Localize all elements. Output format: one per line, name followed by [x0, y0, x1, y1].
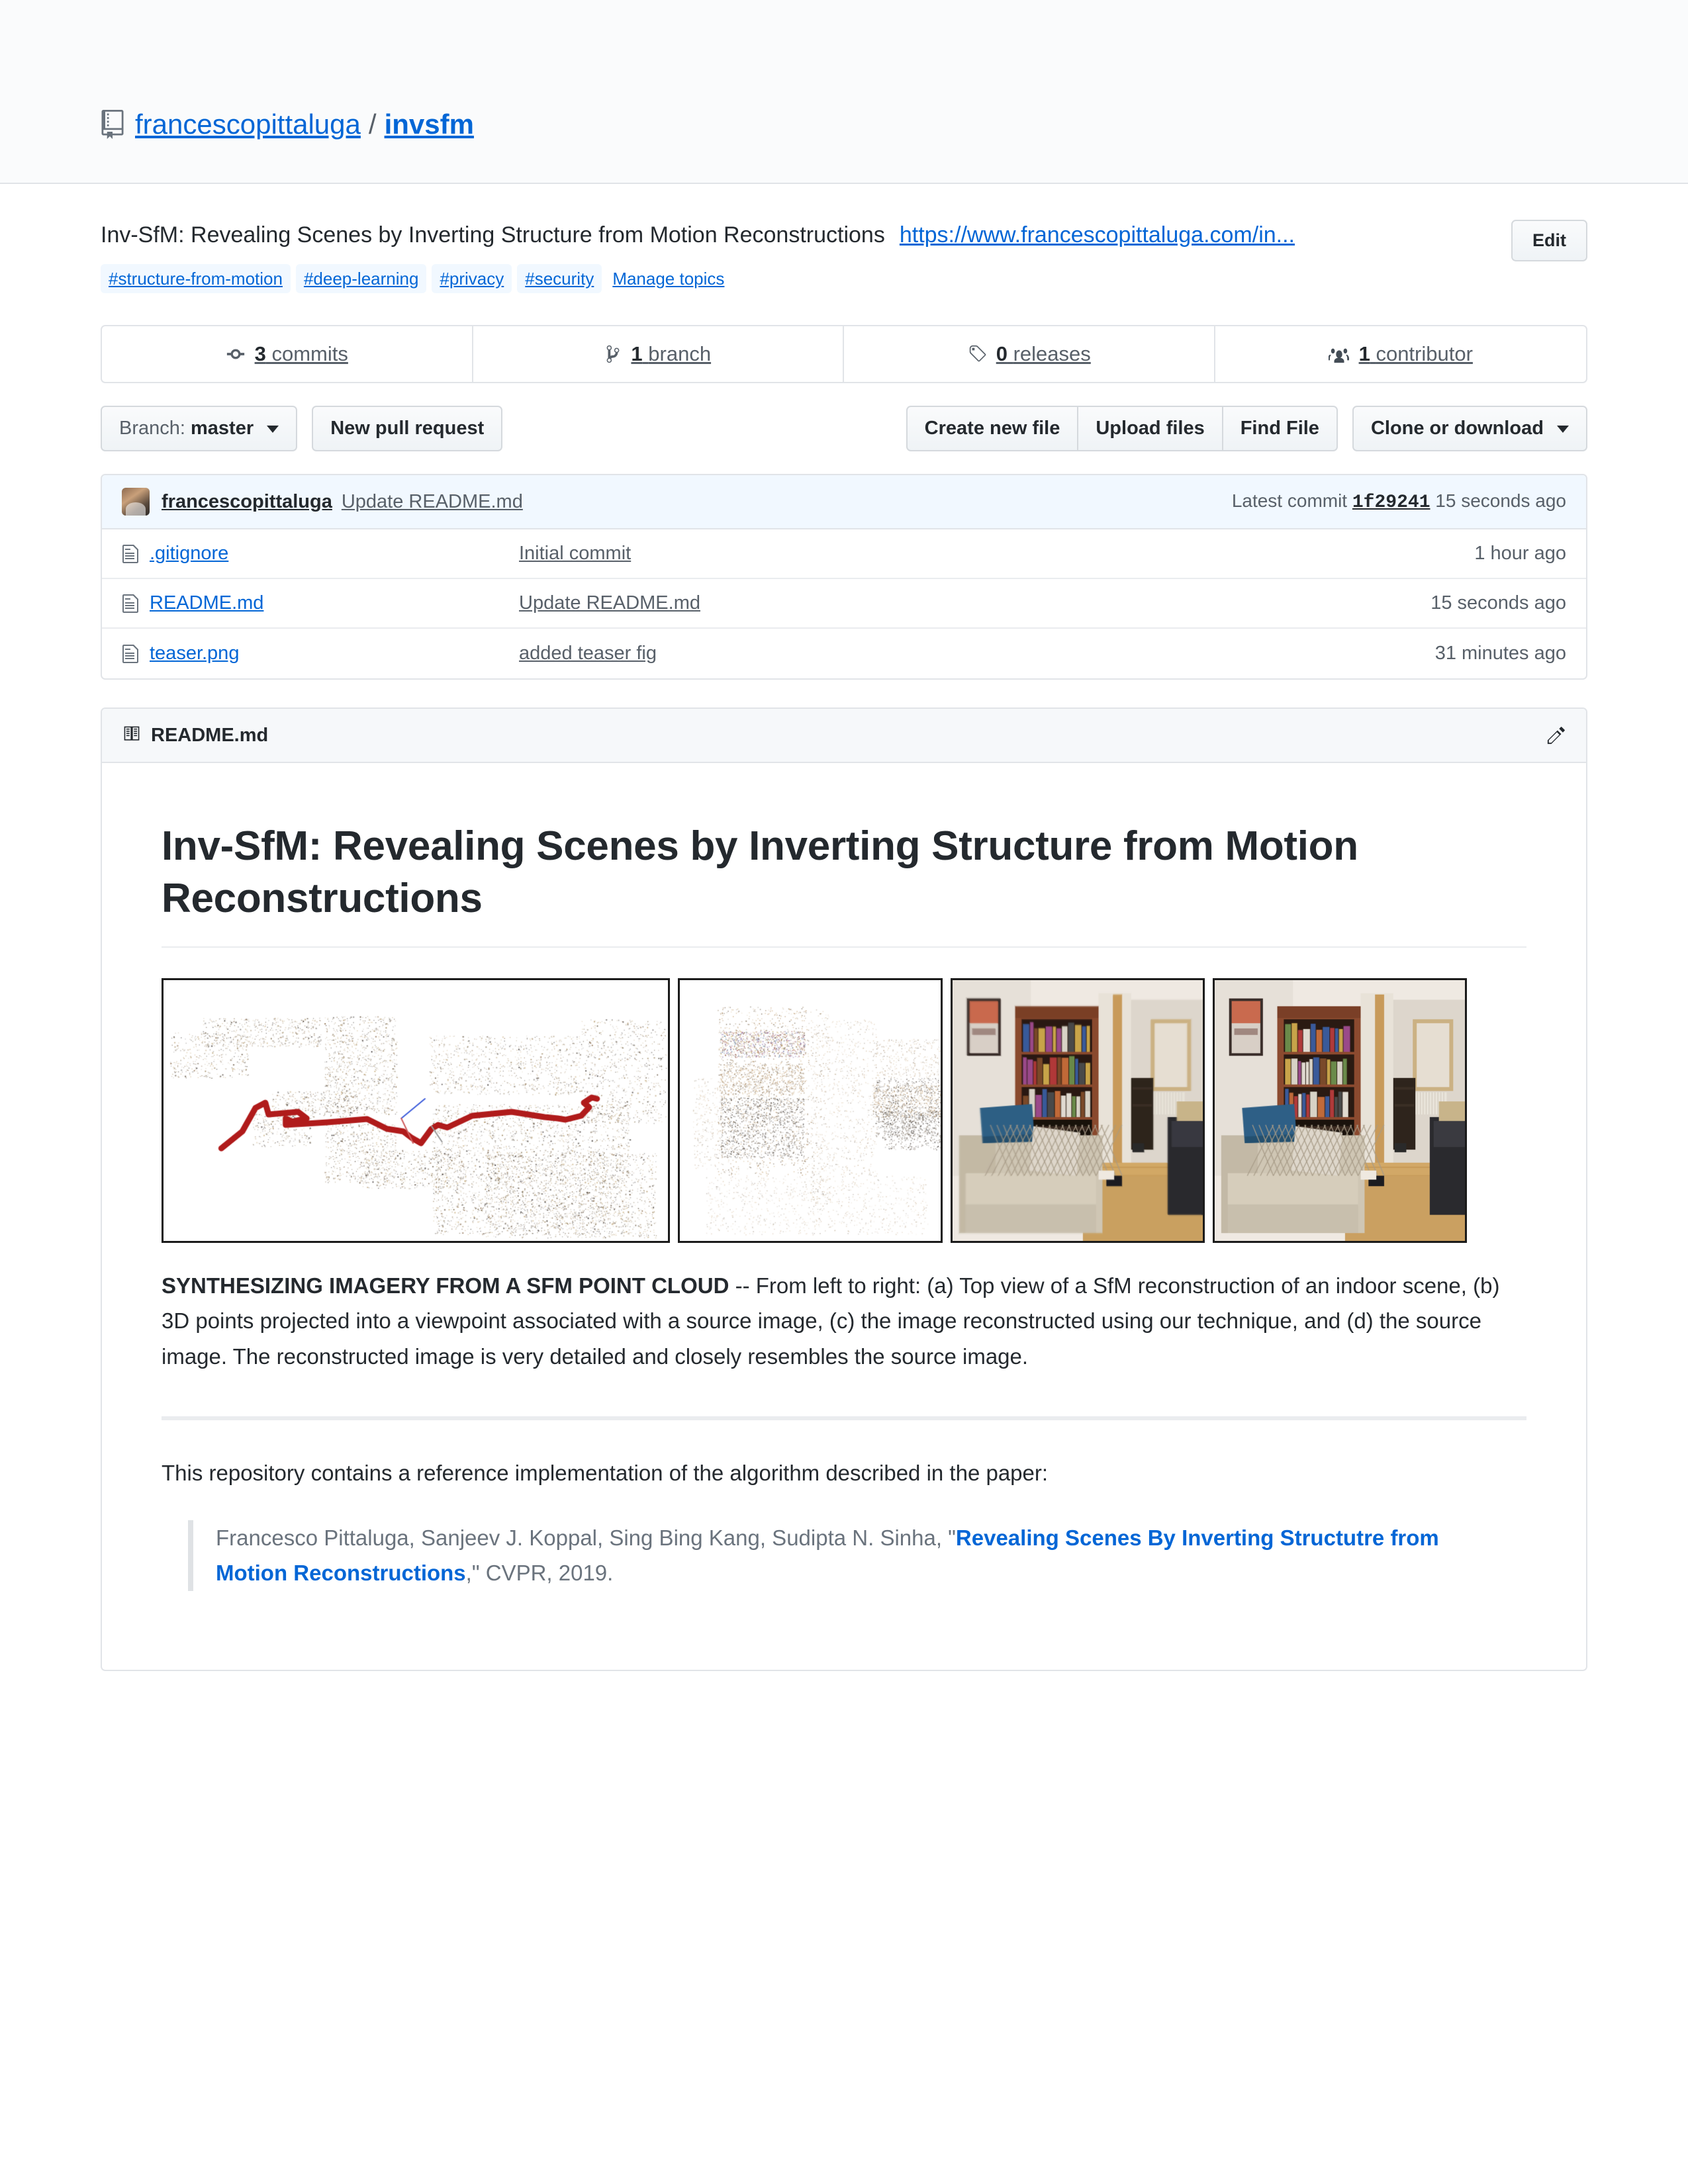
heading-divider	[162, 946, 1526, 948]
readme-filename: README.md	[151, 724, 269, 746]
commit-message-link[interactable]: Update README.md	[342, 491, 523, 513]
readme-header: README.md	[102, 709, 1586, 763]
citation-suffix: ," CVPR, 2019.	[465, 1561, 614, 1586]
stat-commits-label: commits	[271, 342, 348, 365]
teaser-caption-bold: SYNTHESIZING IMAGERY FROM A SFM POINT CL…	[162, 1273, 729, 1298]
repo-content: Inv-SfM: Revealing Scenes by Inverting S…	[101, 184, 1587, 1671]
tag-icon	[967, 344, 987, 364]
file-actions-group: Create new file Upload files Find File	[906, 406, 1338, 451]
branch-prefix-label: Branch:	[119, 418, 185, 439]
file-name-link[interactable]: .gitignore	[150, 543, 228, 565]
latest-commit-bar: francescopittaluga Update README.md Late…	[102, 475, 1586, 529]
file-commit-message[interactable]: added teaser fig	[519, 643, 1435, 664]
stat-releases-label: releases	[1013, 342, 1091, 365]
topic-tag-security[interactable]: #security	[517, 264, 602, 293]
paper-citation: Francesco Pittaluga, Sanjeev J. Koppal, …	[188, 1520, 1500, 1591]
topic-tag-deep-learning[interactable]: #deep-learning	[295, 264, 427, 293]
intro-paragraph: This repository contains a reference imp…	[162, 1461, 1049, 1486]
manage-topics-link[interactable]: Manage topics	[612, 269, 724, 289]
repo-header: francescopittaluga / invsfm	[0, 0, 1688, 184]
clone-or-download-button[interactable]: Clone or download	[1352, 406, 1587, 451]
file-commit-time: 1 hour ago	[1474, 543, 1566, 564]
file-name-cell: .gitignore	[122, 543, 519, 565]
readme-content: Inv-SfM: Revealing Scenes by Inverting S…	[102, 763, 1586, 1670]
teaser-caption: SYNTHESIZING IMAGERY FROM A SFM POINT CL…	[162, 1268, 1526, 1374]
citation-authors: Francesco Pittaluga, Sanjeev J. Koppal, …	[216, 1525, 956, 1550]
breadcrumb: francescopittaluga / invsfm	[101, 110, 474, 139]
file-commit-time: 15 seconds ago	[1430, 592, 1566, 614]
new-pull-request-button[interactable]: New pull request	[312, 406, 503, 451]
commit-sha-link[interactable]: 1f29241	[1352, 492, 1430, 513]
chevron-down-icon	[267, 425, 279, 433]
teaser-figure	[162, 978, 1526, 1243]
file-commit-time: 31 minutes ago	[1434, 643, 1566, 664]
file-commit-message[interactable]: Initial commit	[519, 543, 1474, 565]
stat-releases[interactable]: 0 releases	[844, 326, 1215, 382]
breadcrumb-owner-link[interactable]: francescopittaluga	[135, 111, 361, 138]
commit-time: 15 seconds ago	[1435, 490, 1566, 511]
topic-list: #structure-from-motion #deep-learning #p…	[101, 264, 1495, 293]
book-icon	[122, 725, 151, 746]
repo-stats-bar: 3 commits 1 branch 0 releases 1 contribu…	[101, 325, 1587, 383]
section-divider	[162, 1416, 1526, 1421]
repo-toolbar: Branch: master New pull request Create n…	[101, 406, 1587, 451]
table-row[interactable]: teaser.png added teaser fig 31 minutes a…	[102, 629, 1586, 678]
teaser-panel-d-source-image	[1213, 978, 1467, 1243]
page-title: Inv-SfM: Revealing Scenes by Inverting S…	[162, 823, 1358, 922]
pencil-icon[interactable]	[1546, 725, 1566, 745]
stat-releases-count: 0	[996, 342, 1008, 365]
table-row[interactable]: README.md Update README.md 15 seconds ag…	[102, 579, 1586, 629]
stat-commits[interactable]: 3 commits	[102, 326, 473, 382]
stat-branches-count: 1	[631, 342, 643, 365]
stat-contributors[interactable]: 1 contributor	[1215, 326, 1587, 382]
stat-commits-count: 3	[254, 342, 266, 365]
file-icon	[122, 593, 139, 614]
edit-description-button[interactable]: Edit	[1511, 220, 1587, 261]
file-name-link[interactable]: README.md	[150, 592, 263, 614]
file-name-link[interactable]: teaser.png	[150, 643, 239, 664]
stat-branches-label: branch	[648, 342, 712, 365]
branch-name-label: master	[191, 418, 254, 439]
readme-panel: README.md Inv-SfM: Revealing Scenes by I…	[101, 707, 1587, 1671]
topic-tag-structure-from-motion[interactable]: #structure-from-motion	[101, 264, 291, 293]
people-icon	[1328, 344, 1350, 364]
stat-contributors-count: 1	[1358, 342, 1370, 365]
repo-description-main: Inv-SfM: Revealing Scenes by Inverting S…	[101, 218, 1511, 293]
commit-author-link[interactable]: francescopittaluga	[162, 491, 332, 513]
topic-tag-privacy[interactable]: #privacy	[432, 264, 512, 293]
latest-commit-label: Latest commit	[1231, 490, 1348, 511]
branch-icon	[604, 344, 622, 364]
avatar	[122, 488, 150, 516]
breadcrumb-repo-link[interactable]: invsfm	[385, 111, 474, 138]
file-icon	[122, 643, 139, 664]
clone-or-download-label: Clone or download	[1370, 418, 1544, 439]
repo-homepage-link[interactable]: https://www.francescopittaluga.com/in...	[900, 222, 1295, 248]
file-icon	[122, 543, 139, 565]
chevron-down-icon	[1557, 425, 1569, 433]
repo-description-row: Inv-SfM: Revealing Scenes by Inverting S…	[101, 184, 1587, 293]
file-commit-message[interactable]: Update README.md	[519, 592, 1430, 614]
create-new-file-button[interactable]: Create new file	[906, 406, 1078, 451]
file-name-cell: teaser.png	[122, 643, 519, 664]
stat-contributors-label: contributor	[1376, 342, 1473, 365]
file-name-cell: README.md	[122, 592, 519, 614]
teaser-panel-b-projected-points	[678, 978, 943, 1243]
upload-files-button[interactable]: Upload files	[1077, 406, 1222, 451]
branch-selector-button[interactable]: Branch: master	[101, 406, 298, 451]
breadcrumb-separator: /	[368, 109, 377, 140]
toolbar-right-group: Create new file Upload files Find File C…	[906, 406, 1587, 451]
repo-description-text: Inv-SfM: Revealing Scenes by Inverting S…	[101, 222, 885, 248]
teaser-panel-a-pointcloud	[162, 978, 670, 1243]
teaser-panel-c-reconstructed-image	[951, 978, 1205, 1243]
latest-commit-info: Latest commit 1f29241 15 seconds ago	[1232, 490, 1566, 513]
toolbar-left-group: Branch: master New pull request	[101, 406, 503, 451]
stat-branches[interactable]: 1 branch	[473, 326, 844, 382]
github-repo-page: francescopittaluga / invsfm Inv-SfM: Rev…	[0, 0, 1688, 2184]
table-row[interactable]: .gitignore Initial commit 1 hour ago	[102, 529, 1586, 579]
file-listing: francescopittaluga Update README.md Late…	[101, 474, 1587, 680]
repo-book-icon	[101, 110, 135, 139]
find-file-button[interactable]: Find File	[1221, 406, 1338, 451]
commit-icon	[226, 344, 246, 364]
